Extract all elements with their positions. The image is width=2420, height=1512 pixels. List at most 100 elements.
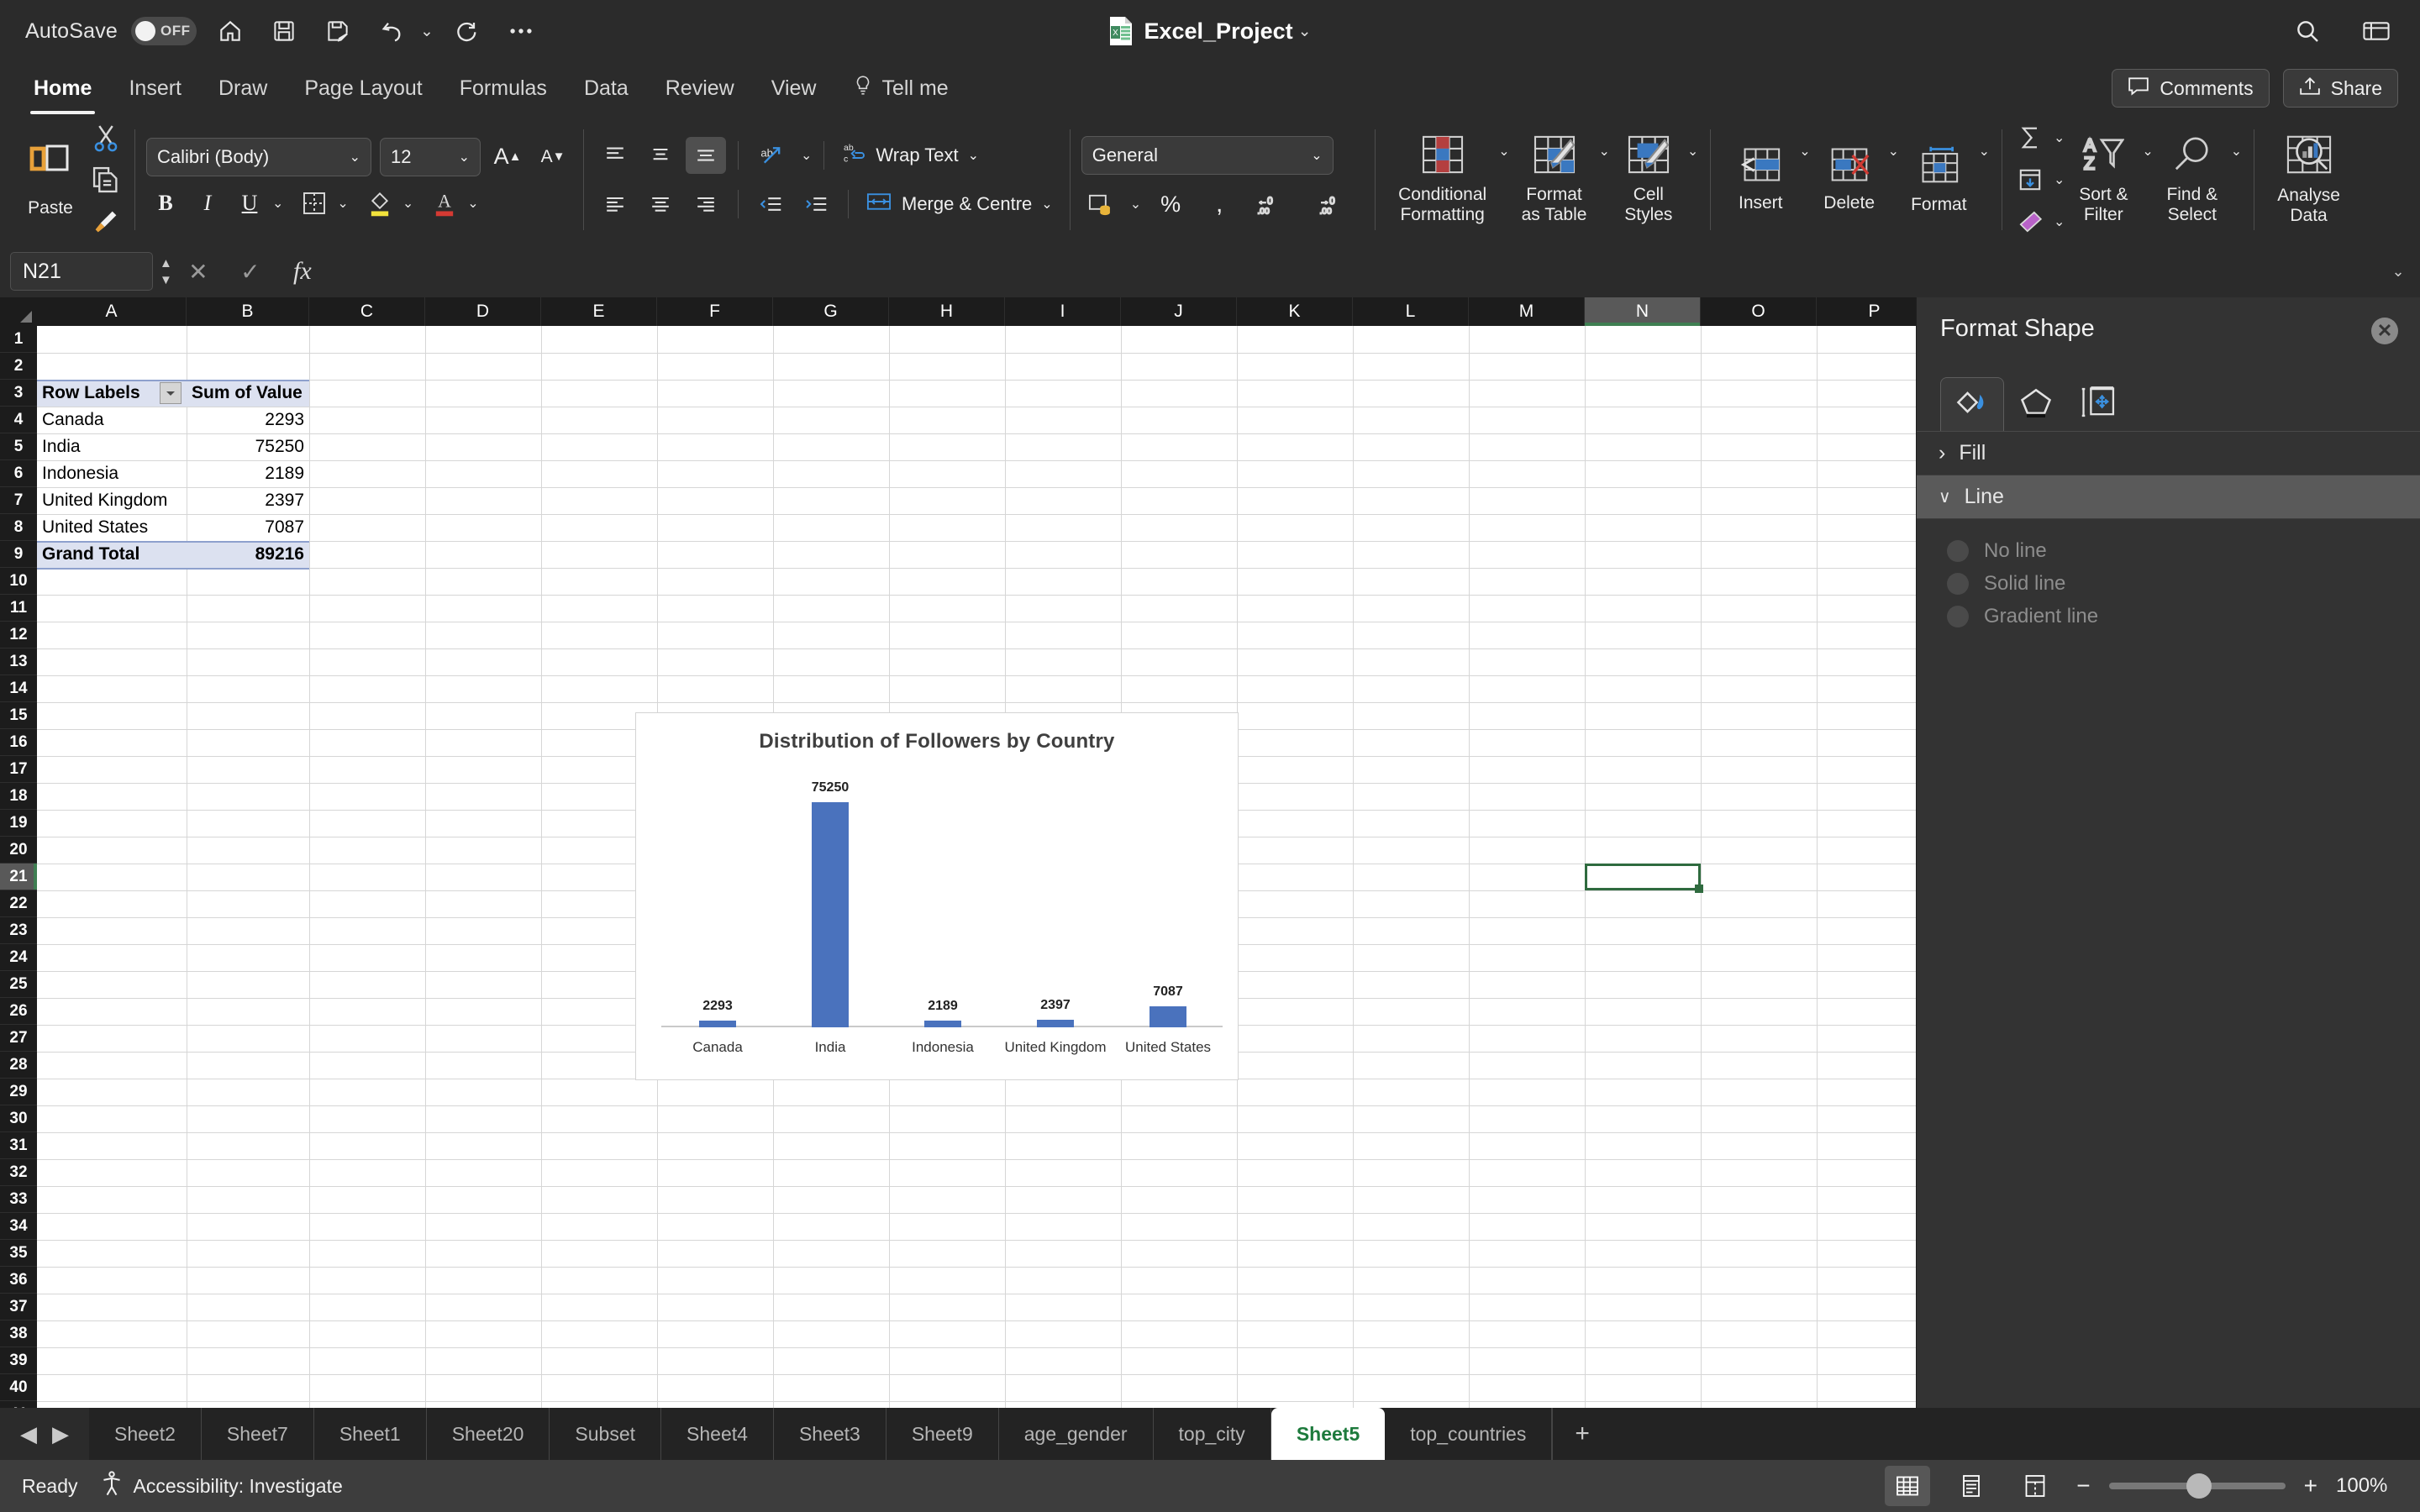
row-header-26[interactable]: 26 — [0, 998, 37, 1025]
fill-handle[interactable] — [1695, 885, 1703, 893]
cell-A4[interactable]: Canada — [37, 407, 187, 433]
tab-fill-line[interactable] — [1940, 377, 2004, 431]
row-header-14[interactable]: 14 — [0, 675, 37, 702]
row-header-8[interactable]: 8 — [0, 514, 37, 541]
column-header-d[interactable]: D — [425, 297, 541, 326]
cell-B9[interactable]: 89216 — [187, 541, 309, 568]
row-header-33[interactable]: 33 — [0, 1186, 37, 1213]
column-header-b[interactable]: B — [187, 297, 309, 326]
row-header-9[interactable]: 9 — [0, 541, 37, 568]
line-option-gradient-line[interactable]: Gradient line — [1917, 600, 2420, 633]
zoom-slider-handle[interactable] — [2186, 1473, 2212, 1499]
font-name-combo[interactable]: Calibri (Body) ⌄ — [146, 137, 371, 176]
column-header-f[interactable]: F — [657, 297, 773, 326]
zoom-in-button[interactable]: + — [2304, 1473, 2317, 1499]
save-icon[interactable] — [264, 11, 304, 51]
section-line[interactable]: ∨ Line — [1917, 475, 2420, 519]
orientation-icon[interactable]: ab — [750, 137, 791, 174]
row-header-13[interactable]: 13 — [0, 648, 37, 675]
title-chevron-down-icon[interactable]: ⌄ — [1298, 22, 1312, 41]
cell-A5[interactable]: India — [37, 433, 187, 460]
merge-centre-button[interactable]: Merge & Centre ⌄ — [860, 186, 1058, 222]
row-header-4[interactable]: 4 — [0, 407, 37, 433]
undo-chevron-down-icon[interactable]: ⌄ — [420, 22, 434, 41]
ribbon-tab-data[interactable]: Data — [566, 71, 647, 106]
undo-icon[interactable] — [371, 11, 412, 51]
column-header-m[interactable]: M — [1469, 297, 1585, 326]
column-header-n[interactable]: N — [1585, 297, 1701, 326]
chevron-down-icon[interactable]: ⌄ — [1888, 143, 1899, 160]
comma-style-button[interactable]: , — [1200, 185, 1239, 223]
clear-icon[interactable] — [2013, 205, 2047, 239]
insert-cells-button[interactable]: Insert — [1722, 147, 1799, 213]
row-header-24[interactable]: 24 — [0, 944, 37, 971]
cell-A7[interactable]: United Kingdom — [37, 487, 187, 514]
row-header-36[interactable]: 36 — [0, 1267, 37, 1294]
column-header-p[interactable]: P — [1817, 297, 1916, 326]
ribbon-tab-review[interactable]: Review — [647, 71, 753, 106]
pivot-filter-dropdown-icon[interactable] — [160, 382, 182, 404]
row-header-2[interactable]: 2 — [0, 353, 37, 380]
ribbon-tab-page-layout[interactable]: Page Layout — [286, 71, 440, 106]
wrap-text-button[interactable]: ab c Wrap Text ⌄ — [836, 137, 984, 174]
sheet-tab-sheet2[interactable]: Sheet2 — [89, 1408, 202, 1460]
chevron-down-icon[interactable]: ⌄ — [402, 195, 413, 212]
normal-view-icon[interactable] — [1885, 1466, 1931, 1506]
cell-B8[interactable]: 7087 — [187, 514, 309, 541]
italic-button[interactable]: I — [188, 184, 227, 223]
align-left-icon[interactable] — [595, 186, 635, 223]
column-header-o[interactable]: O — [1701, 297, 1817, 326]
cut-icon[interactable] — [89, 121, 123, 155]
sheet-tab-top_city[interactable]: top_city — [1154, 1408, 1271, 1460]
spreadsheet-grid[interactable]: ABCDEFGHIJKLMNOPQ 1234567891011121314151… — [0, 297, 1916, 1428]
accounting-format-icon[interactable] — [1081, 185, 1120, 223]
page-break-view-icon[interactable] — [2012, 1466, 2058, 1506]
sheet-tab-sheet4[interactable]: Sheet4 — [661, 1408, 774, 1460]
tab-effects[interactable] — [2004, 377, 2068, 431]
ribbon-display-options-icon[interactable] — [2356, 11, 2396, 51]
column-header-g[interactable]: G — [773, 297, 889, 326]
row-header-37[interactable]: 37 — [0, 1294, 37, 1320]
column-header-c[interactable]: C — [309, 297, 425, 326]
column-header-k[interactable]: K — [1237, 297, 1353, 326]
chevron-down-icon[interactable]: ⌄ — [1498, 143, 1509, 160]
chart-bar[interactable] — [1037, 1020, 1074, 1027]
chevron-down-icon[interactable]: ⌄ — [2231, 143, 2242, 160]
sheet-tab-age_gender[interactable]: age_gender — [999, 1408, 1154, 1460]
column-header-i[interactable]: I — [1005, 297, 1121, 326]
font-size-combo[interactable]: 12 ⌄ — [380, 137, 481, 176]
decrease-decimal-button[interactable]: →0.00 — [1311, 185, 1363, 223]
fill-icon[interactable] — [2013, 163, 2047, 197]
delete-cells-button[interactable]: Delete — [1811, 147, 1888, 213]
accessibility-label[interactable]: Accessibility: Investigate — [133, 1475, 342, 1498]
conditional-formatting-button[interactable]: Conditional Formatting — [1386, 135, 1498, 224]
autosum-icon[interactable] — [2013, 121, 2047, 155]
copy-icon[interactable] — [89, 163, 123, 197]
autosave-toggle[interactable]: OFF — [131, 17, 197, 45]
row-header-29[interactable]: 29 — [0, 1079, 37, 1105]
chevron-down-icon[interactable]: ⌄ — [801, 147, 812, 164]
chart-bar[interactable] — [699, 1020, 736, 1027]
expand-formula-bar-icon[interactable]: ⌄ — [2376, 245, 2420, 297]
column-header-a[interactable]: A — [37, 297, 187, 326]
row-header-6[interactable]: 6 — [0, 460, 37, 487]
fill-color-icon[interactable] — [360, 184, 399, 223]
chart-bar[interactable] — [1150, 1005, 1186, 1027]
next-sheet-icon[interactable]: ▶ — [52, 1421, 69, 1447]
row-header-32[interactable]: 32 — [0, 1159, 37, 1186]
ribbon-tab-formulas[interactable]: Formulas — [441, 71, 566, 106]
row-header-17[interactable]: 17 — [0, 756, 37, 783]
sheet-tab-sheet1[interactable]: Sheet1 — [314, 1408, 427, 1460]
insert-function-button[interactable]: fx — [276, 245, 329, 297]
sheet-tab-sheet5[interactable]: Sheet5 — [1270, 1408, 1386, 1460]
sheet-tab-top_countries[interactable]: top_countries — [1385, 1408, 1553, 1460]
align-center-icon[interactable] — [640, 186, 681, 223]
previous-sheet-icon[interactable]: ◀ — [20, 1421, 37, 1447]
confirm-entry-button[interactable]: ✓ — [224, 245, 276, 297]
row-header-20[interactable]: 20 — [0, 837, 37, 864]
increase-indent-icon[interactable] — [796, 186, 836, 223]
ribbon-tab-view[interactable]: View — [753, 71, 835, 106]
sheet-tab-sheet9[interactable]: Sheet9 — [886, 1408, 999, 1460]
row-header-19[interactable]: 19 — [0, 810, 37, 837]
align-bottom-icon[interactable] — [686, 137, 726, 174]
